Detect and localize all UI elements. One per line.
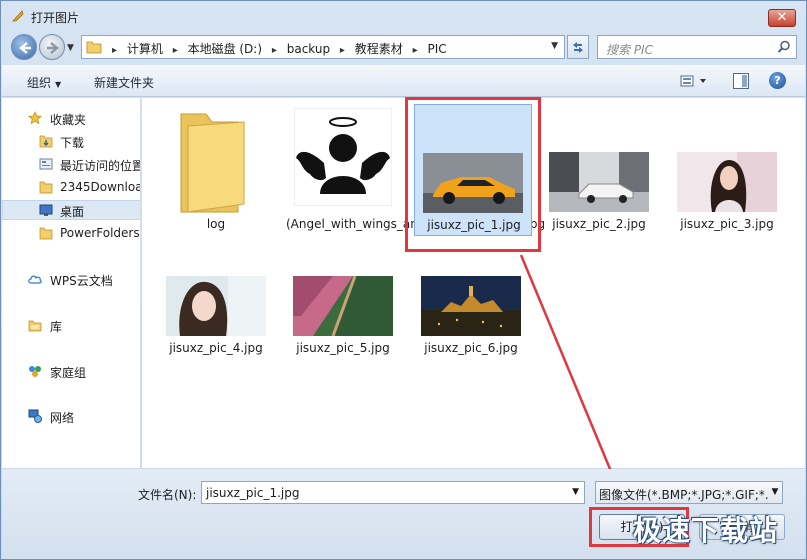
filename-label: 文件名(N): <box>138 488 197 502</box>
open-image-dialog: 打开图片 ✕ ▼ ▸ 计算机 ▸ 本地磁盘 (D:) ▸ backup ▸ 教程… <box>0 0 807 560</box>
chevron-down-icon[interactable]: ▼ <box>768 482 782 503</box>
site-watermark: 极速下载站 <box>633 514 779 547</box>
file-type-select[interactable]: 图像文件(*.BMP;*.JPG;*.GIF;*.PNG) ▼ <box>595 481 783 504</box>
filename-value: jisuxz_pic_1.jpg <box>206 486 300 500</box>
file-type-value: 图像文件(*.BMP;*.JPG;*.GIF;*.PNG) <box>599 488 783 502</box>
chevron-down-icon[interactable]: ▼ <box>572 487 579 497</box>
filename-field[interactable]: jisuxz_pic_1.jpg ▼ <box>201 481 585 504</box>
